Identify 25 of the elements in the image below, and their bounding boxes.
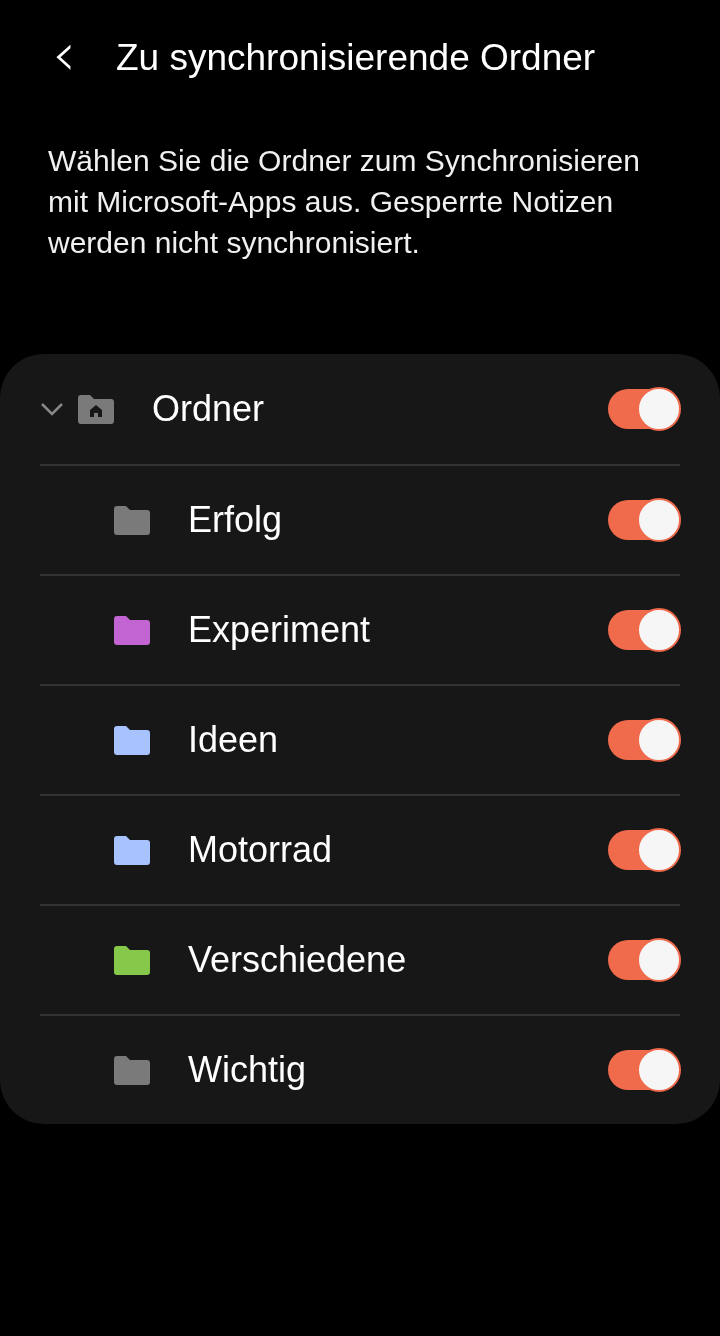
chevron-down-icon[interactable] (40, 402, 64, 416)
toggle-switch[interactable] (608, 1050, 680, 1090)
folder-icon (114, 505, 150, 535)
folder-icon (114, 945, 150, 975)
toggle-switch[interactable] (608, 830, 680, 870)
folder-name: Experiment (188, 609, 372, 651)
folder-name: Motorrad (188, 829, 334, 871)
folder-icon (114, 615, 150, 645)
folder-icon (114, 1055, 150, 1085)
toggle-switch[interactable] (608, 610, 680, 650)
folder-icon (114, 725, 150, 755)
toggle-switch[interactable] (608, 389, 680, 429)
home-folder-icon (78, 394, 114, 424)
page-title: Zu synchronisierende Ordner (116, 37, 596, 79)
folder-name: Wichtig (188, 1049, 308, 1091)
back-button[interactable]: ‹ (46, 24, 82, 84)
description-text: Wählen Sie die Ordner zum Synchronisieren mit Microsoft-Apps aus. Gesperrte Notizen werden nicht synchronisiert. (48, 143, 641, 261)
folder-icon (114, 835, 150, 865)
folder-name: Verschiedene (188, 939, 408, 981)
toggle-switch[interactable] (608, 720, 680, 760)
folder-name: Erfolg (188, 499, 284, 541)
folder-name: Ordner (152, 388, 266, 430)
toggle-switch[interactable] (608, 940, 680, 980)
folder-name: Ideen (188, 719, 280, 761)
toggle-switch[interactable] (608, 500, 680, 540)
